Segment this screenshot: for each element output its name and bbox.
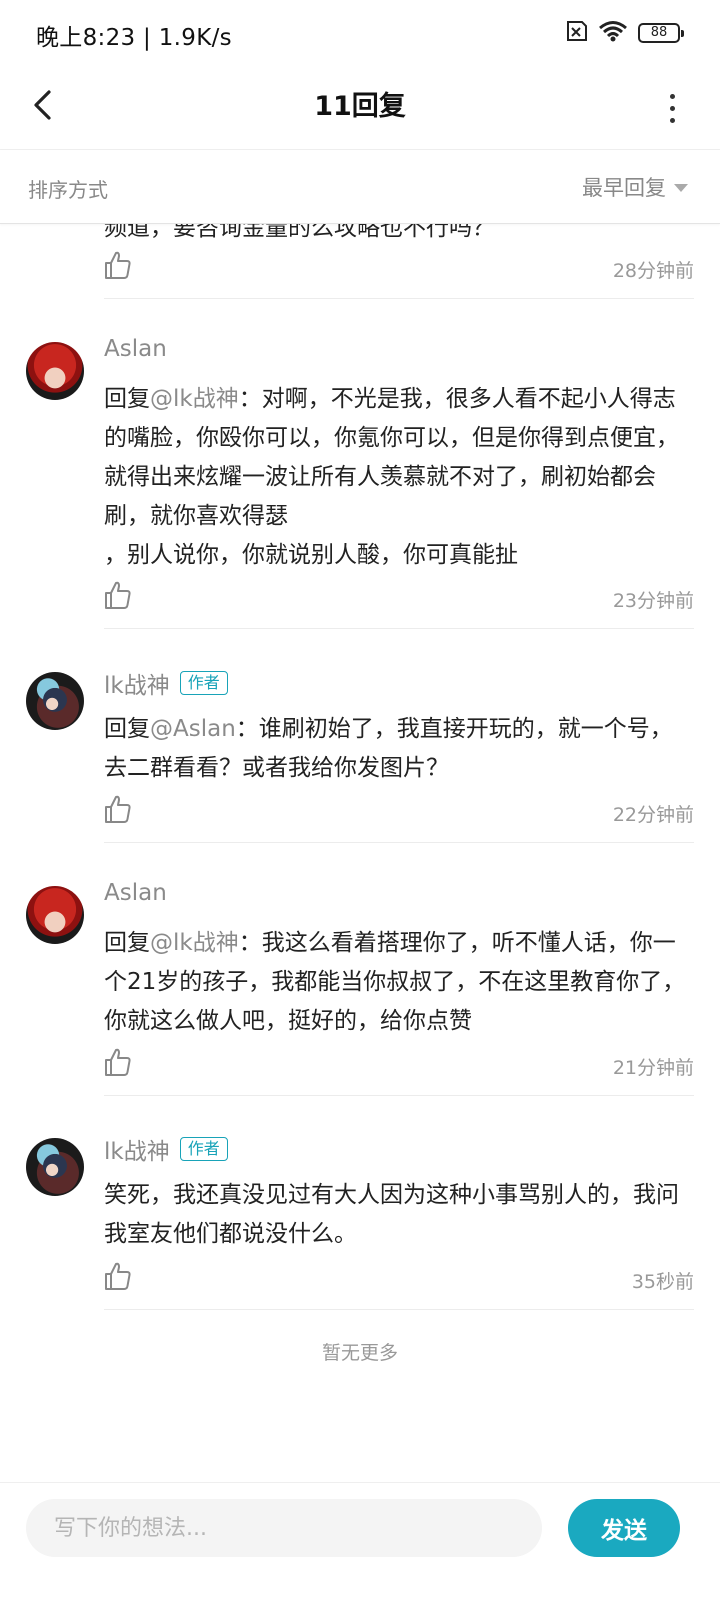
comment-actions: 23分钟前 [104, 580, 694, 620]
author-badge: 作者 [179, 671, 228, 695]
sort-selected: 最早回复 [582, 176, 666, 200]
author-name[interactable]: Aslan [104, 880, 167, 906]
comment-actions: 22分钟前 [104, 794, 694, 834]
sort-label: 排序方式 [28, 178, 108, 202]
comment-text: 回复@lk战神：对啊，不光是我，很多人看不起小人得志的嘴脸，你殴你可以，你氪你可… [104, 380, 694, 575]
comment-body: 笑死，我还真没见过有大人因为这种小事骂别人的，我问我室友他们都说没什么。 [104, 1182, 679, 1247]
compose-bar: 发送 [0, 1482, 720, 1600]
like-button[interactable] [104, 1047, 134, 1081]
comment-actions: 21分钟前 [104, 1047, 694, 1087]
status-icons: 88 [562, 20, 684, 46]
more-dot [669, 93, 675, 99]
more-dot [669, 117, 675, 123]
thumbs-up-icon [105, 1262, 131, 1290]
author-line: lk战神 作者 [104, 666, 228, 700]
battery-icon: 88 [638, 23, 684, 43]
like-button[interactable] [104, 794, 134, 828]
comment-time: 28分钟前 [612, 260, 694, 282]
divider [104, 1095, 694, 1096]
comment-text: 笑死，我还真没见过有大人因为这种小事骂别人的，我问我室友他们都说没什么。 [104, 1176, 694, 1254]
reply-prefix: 回复 [104, 930, 150, 956]
reply-prefix: 回复 [104, 386, 150, 412]
send-button[interactable]: 发送 [568, 1499, 680, 1557]
like-button[interactable] [104, 1261, 134, 1295]
mention-link[interactable]: @Aslan [150, 716, 236, 742]
author-name[interactable]: lk战神 [104, 666, 170, 700]
author-name[interactable]: Aslan [104, 336, 167, 362]
sim-off-icon [562, 20, 588, 46]
no-more-label: 暂无更多 [321, 1342, 398, 1364]
avatar[interactable] [26, 672, 84, 730]
clipped-comment-text: 频道，要咨询金量的么攻略也不行吗？ [104, 224, 495, 241]
more-options-button[interactable] [662, 84, 682, 132]
more-dot [669, 105, 675, 111]
thumbs-up-icon [105, 795, 131, 823]
thumbs-up-icon [105, 1048, 131, 1076]
chevron-down-icon [674, 184, 688, 192]
like-button[interactable] [104, 580, 134, 614]
avatar[interactable] [26, 1138, 84, 1196]
status-time: 晚上8:23 | 1.9K/s [36, 25, 232, 51]
avatar[interactable] [26, 342, 84, 400]
author-name[interactable]: lk战神 [104, 1132, 170, 1166]
divider [104, 628, 694, 629]
author-line: lk战神 作者 [104, 1132, 228, 1166]
reply-prefix: 回复 [104, 716, 150, 742]
comment-time: 35秒前 [631, 1271, 694, 1293]
wifi-icon [598, 20, 628, 46]
divider [104, 842, 694, 843]
sort-bar: 排序方式 最早回复 [0, 150, 720, 224]
comment-actions: 28分钟前 [104, 250, 694, 290]
reply-list[interactable]: 频道，要咨询金量的么攻略也不行吗？ 28分钟前 Aslan 回复@lk战神：对啊… [0, 224, 720, 1514]
comment-time: 22分钟前 [612, 804, 694, 826]
thumbs-up-icon [105, 581, 131, 609]
comment-time: 23分钟前 [612, 590, 694, 612]
divider [104, 298, 694, 299]
mention-link[interactable]: @lk战神 [150, 386, 239, 412]
comment-input[interactable] [26, 1499, 542, 1557]
comment-time: 21分钟前 [612, 1057, 694, 1079]
divider [104, 1309, 694, 1310]
comment-text: 回复@lk战神：我这么看着搭理你了，听不懂人话，你一个21岁的孩子，我都能当你叔… [104, 924, 694, 1041]
mention-link[interactable]: @lk战神 [150, 930, 239, 956]
author-line: Aslan [104, 336, 167, 362]
sort-dropdown[interactable]: 最早回复 [582, 172, 688, 202]
comment-actions: 35秒前 [104, 1261, 694, 1301]
page-title: 11回复 [314, 91, 406, 122]
author-line: Aslan [104, 880, 167, 906]
comment-body: ：对啊，不光是我，很多人看不起小人得志的嘴脸，你殴你可以，你氪你可以，但是你得到… [104, 386, 679, 568]
thumbs-up-icon [105, 251, 131, 279]
avatar[interactable] [26, 886, 84, 944]
author-badge: 作者 [179, 1137, 228, 1161]
like-button[interactable] [104, 250, 134, 284]
status-bar: 晚上8:23 | 1.9K/s 88 [0, 0, 720, 66]
comment-text: 回复@Aslan：谁刷初始了，我直接开玩的，就一个号，去二群看看？或者我给你发图… [104, 710, 694, 788]
top-bar: 11回复 [0, 66, 720, 150]
